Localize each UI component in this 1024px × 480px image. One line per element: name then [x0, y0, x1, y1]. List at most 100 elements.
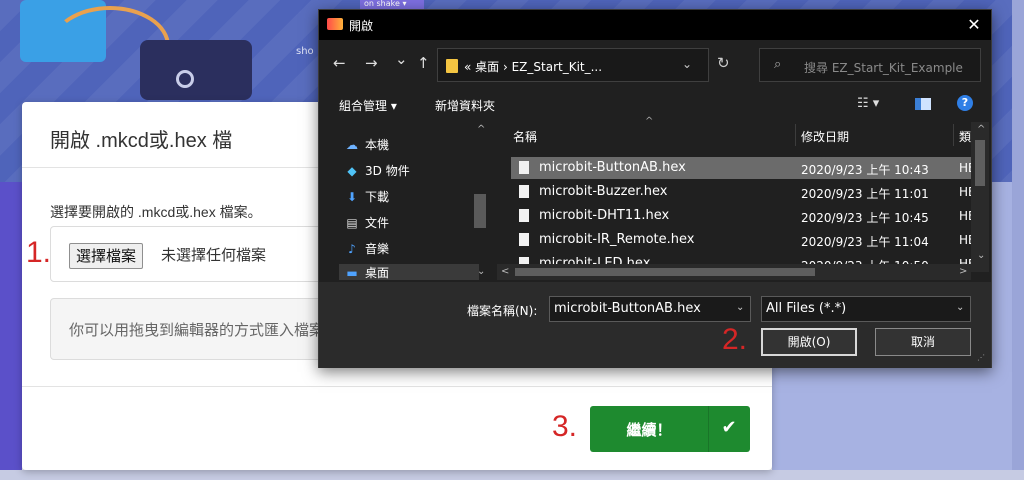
nav-label: 3D 物件 [365, 164, 410, 178]
side-label: sho [296, 46, 314, 57]
open-button[interactable]: 開啟(O) [761, 328, 857, 356]
nav-documents[interactable]: ▤ 文件 [345, 214, 389, 231]
dialog-titlebar[interactable]: 開啟 ✕ [319, 10, 991, 40]
column-modified[interactable]: 修改日期 [801, 128, 849, 145]
resize-grip-icon[interactable]: ⋰ [977, 354, 987, 364]
continue-button[interactable]: 繼續！ ✔ [590, 406, 750, 452]
nav-this-pc[interactable]: ☁ 本機 [345, 136, 389, 153]
search-icon: ⌕ [774, 57, 782, 72]
file-icon [519, 161, 529, 174]
microbit-illustration [140, 40, 252, 100]
filetype-value: All Files (*.*) [766, 301, 847, 316]
file-list: microbit-ButtonAB.hex 2020/9/23 上午 10:43… [511, 153, 981, 271]
document-icon: ▤ [346, 216, 358, 230]
nav-downloads[interactable]: ⬇ 下載 [345, 188, 389, 205]
continue-label: 繼續！ [626, 421, 672, 439]
step-1-label: 1. [26, 236, 52, 269]
cube-icon: ◆ [347, 164, 357, 178]
file-name: microbit-ButtonAB.hex [539, 160, 686, 175]
modal-description: 選擇要開啟的 .mkcd或.hex 檔案。 [50, 204, 262, 220]
file-icon [519, 209, 529, 222]
file-name: microbit-IR_Remote.hex [539, 232, 695, 247]
left-editor-strip [0, 182, 22, 480]
column-name[interactable]: 名稱 [513, 128, 537, 145]
scroll-down-icon[interactable]: ⌄ [977, 250, 985, 261]
nav-scroll-down-icon[interactable]: ⌄ [477, 266, 485, 277]
sort-caret-icon: ^ [645, 116, 654, 127]
nav-scrollbar-thumb[interactable] [474, 194, 486, 228]
choose-file-button[interactable]: 選擇檔案 [69, 243, 144, 269]
column-separator[interactable] [953, 124, 954, 146]
organize-menu[interactable]: 組合管理 ▾ [339, 97, 397, 114]
modal-divider [22, 386, 772, 387]
search-placeholder: 搜尋 EZ_Start_Kit_Example [804, 61, 963, 75]
file-type: HEX [959, 209, 971, 223]
search-box[interactable]: ⌕ 搜尋 EZ_Start_Kit_Example [759, 48, 981, 82]
folder-icon [446, 59, 458, 73]
file-icon [519, 233, 529, 246]
chevron-down-icon[interactable]: ⌄ [736, 302, 744, 313]
column-separator[interactable] [795, 124, 796, 146]
hscroll-thumb[interactable] [515, 268, 815, 276]
up-arrow-icon[interactable]: ↑ [417, 54, 430, 72]
forward-arrow-icon[interactable]: → [365, 54, 378, 72]
file-date: 2020/9/23 上午 11:01 [801, 187, 929, 201]
file-type: HEX [959, 233, 971, 247]
dialog-title: 開啟 [349, 19, 374, 33]
music-icon: ♪ [348, 242, 356, 256]
filename-label: 檔案名稱(N): [467, 304, 538, 318]
step-2-label: 2. [722, 323, 748, 356]
recent-chevron-icon[interactable]: ⌄ [395, 50, 408, 68]
file-row[interactable]: microbit-IR_Remote.hex 2020/9/23 上午 11:0… [511, 229, 971, 251]
file-row[interactable]: microbit-ButtonAB.hex 2020/9/23 上午 10:43… [511, 157, 971, 179]
desktop-icon: ▬ [346, 266, 358, 280]
file-icon [519, 185, 529, 198]
filename-input[interactable]: microbit-ButtonAB.hex ⌄ [549, 296, 751, 322]
nav-label: 音樂 [365, 242, 390, 256]
help-icon[interactable]: ? [957, 95, 973, 111]
computer-icon: ☁ [346, 138, 358, 152]
chevron-down-icon[interactable]: ⌄ [682, 57, 692, 71]
filename-value: microbit-ButtonAB.hex [554, 301, 701, 316]
vscroll-thumb[interactable] [975, 140, 985, 186]
scroll-right-icon[interactable]: > [959, 266, 967, 277]
scroll-up-icon[interactable]: ^ [977, 124, 985, 135]
check-icon: ✔ [721, 417, 737, 438]
nav-label: 桌面 [365, 266, 390, 280]
cancel-button[interactable]: 取消 [875, 328, 971, 356]
new-folder-button[interactable]: 新增資料夾 [435, 97, 495, 114]
nav-label: 文件 [365, 216, 390, 230]
file-date: 2020/9/23 上午 11:04 [801, 235, 929, 249]
app-icon [327, 18, 343, 30]
file-row[interactable]: microbit-DHT11.hex 2020/9/23 上午 10:45 HE… [511, 205, 971, 227]
nav-label: 本機 [365, 138, 390, 152]
file-type: HEX [959, 161, 971, 175]
nav-music[interactable]: ♪ 音樂 [345, 240, 389, 257]
drop-hint-text: 你可以用拖曳到編輯器的方式匯入檔案 [69, 321, 325, 339]
chevron-down-icon[interactable]: ⌄ [956, 302, 964, 313]
close-icon[interactable]: ✕ [961, 14, 987, 36]
no-file-text: 未選擇任何檔案 [161, 246, 267, 264]
file-date: 2020/9/23 上午 10:45 [801, 211, 929, 225]
address-path: « 桌面 › EZ_Start_Kit_... [464, 60, 603, 74]
nav-scroll-up-icon[interactable]: ^ [477, 124, 485, 135]
modal-title: 開啟 .mkcd或.hex 檔 [50, 130, 233, 152]
scroll-left-icon[interactable]: < [501, 266, 509, 277]
file-name: microbit-DHT11.hex [539, 208, 670, 223]
file-date: 2020/9/23 上午 10:43 [801, 163, 929, 177]
address-bar[interactable]: « 桌面 › EZ_Start_Kit_... ⌄ [437, 48, 709, 82]
nav-desktop[interactable]: ▬ 桌面 [339, 264, 479, 280]
refresh-icon[interactable]: ↻ [717, 54, 730, 72]
nav-3d-objects[interactable]: ◆ 3D 物件 [345, 162, 410, 179]
filetype-select[interactable]: All Files (*.*) ⌄ [761, 296, 971, 322]
nav-label: 下載 [365, 190, 390, 204]
preview-pane-icon[interactable] [915, 98, 931, 110]
back-arrow-icon[interactable]: ← [333, 54, 346, 72]
download-icon: ⬇ [346, 190, 358, 204]
view-options-icon[interactable]: ☷ ▾ [857, 96, 879, 111]
file-row[interactable]: microbit-Buzzer.hex 2020/9/23 上午 11:01 H… [511, 181, 971, 203]
microbit-led-ring [176, 70, 194, 88]
column-type[interactable]: 類 [959, 128, 971, 145]
file-open-dialog: 開啟 ✕ ← → ⌄ ↑ « 桌面 › EZ_Start_Kit_... ⌄ ↻… [318, 9, 992, 368]
step-3-label: 3. [552, 410, 578, 443]
